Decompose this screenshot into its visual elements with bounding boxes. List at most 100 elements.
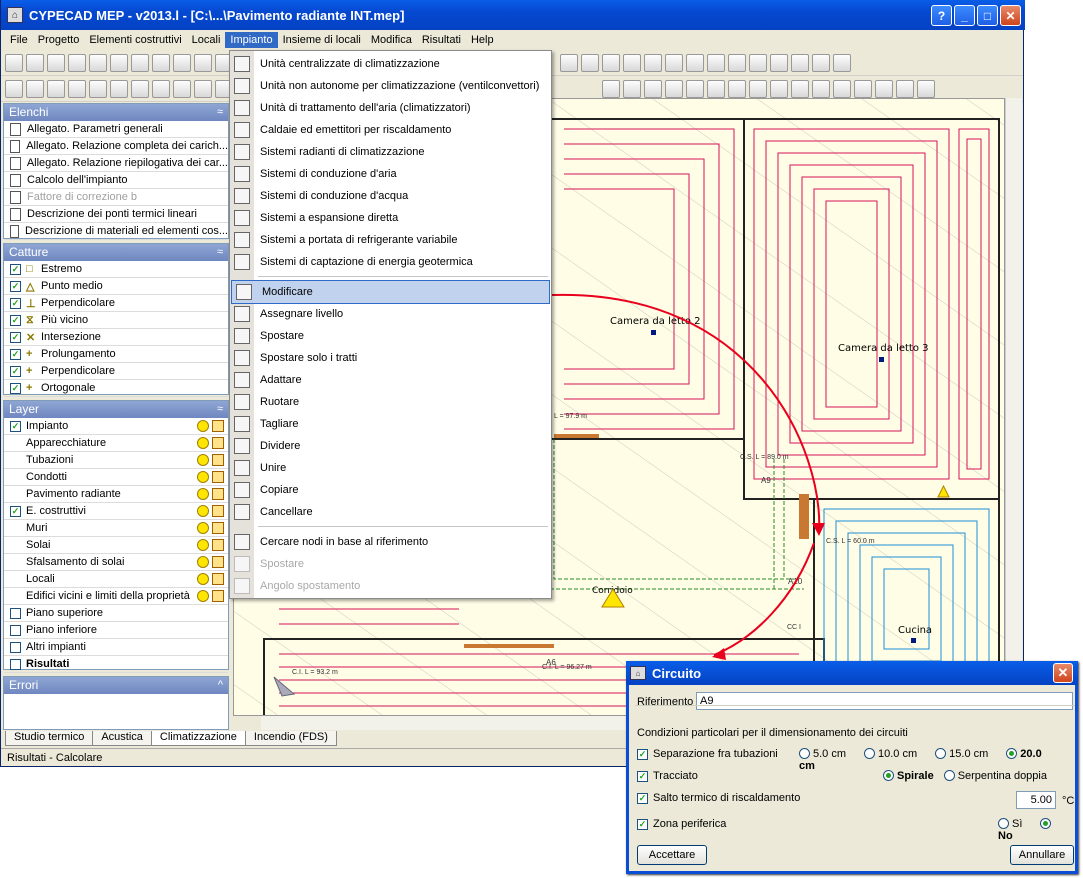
menu-item[interactable]: Cercare nodi in base al riferimento bbox=[230, 531, 551, 553]
menu-item[interactable]: Ruotare bbox=[230, 391, 551, 413]
catture-checkbox[interactable]: ✓ bbox=[10, 382, 21, 394]
menu-impianto[interactable]: Impianto bbox=[225, 32, 278, 48]
salto-input[interactable]: 5.00 bbox=[1016, 791, 1056, 809]
elenchi-item[interactable]: Fattore di correzione b bbox=[4, 189, 228, 206]
bulb-icon[interactable] bbox=[197, 556, 209, 568]
menu-item[interactable]: Spostare bbox=[230, 553, 551, 575]
elenchi-item[interactable]: Allegato. Relazione riepilogativa dei ca… bbox=[4, 155, 228, 172]
panel-header-layer[interactable]: Layer ≈ bbox=[4, 401, 228, 418]
menu-progetto[interactable]: Progetto bbox=[33, 32, 85, 48]
radio-button[interactable] bbox=[1040, 818, 1052, 829]
menu-item[interactable]: Adattare bbox=[230, 369, 551, 391]
catture-item[interactable]: ✓ ⧖ Più vicino bbox=[4, 312, 228, 329]
toolbar-tool-icon[interactable] bbox=[665, 79, 683, 98]
bulb-icon[interactable] bbox=[197, 437, 209, 449]
layer-checkbox[interactable] bbox=[10, 658, 21, 670]
layer-item[interactable]: Risultati bbox=[4, 656, 228, 673]
salto-checkbox[interactable]: ✓ bbox=[637, 793, 648, 804]
panel-header-catture[interactable]: Catture ≈ bbox=[4, 244, 228, 261]
menu-item[interactable]: Unità di trattamento dell'aria (climatiz… bbox=[230, 97, 551, 119]
toolbar-tool-icon[interactable] bbox=[728, 53, 746, 72]
toolbar-tool-icon[interactable] bbox=[875, 79, 893, 98]
menu-item[interactable]: Sistemi a portata di refrigerante variab… bbox=[230, 229, 551, 251]
toolbar-tool-icon[interactable] bbox=[152, 53, 170, 72]
bulb-icon[interactable] bbox=[197, 539, 209, 551]
toolbar-tool-icon[interactable] bbox=[686, 53, 704, 72]
catture-item[interactable]: ✓ □ Estremo bbox=[4, 261, 228, 278]
tab-incendio-fds-[interactable]: Incendio (FDS) bbox=[244, 731, 337, 746]
toolbar-tool-icon[interactable] bbox=[917, 79, 935, 98]
separazione-checkbox[interactable]: ✓ bbox=[637, 749, 648, 760]
menu-item[interactable]: Spostare bbox=[230, 325, 551, 347]
elenchi-item[interactable]: Allegato. Relazione completa dei carich.… bbox=[4, 138, 228, 155]
lock-icon[interactable] bbox=[212, 573, 224, 585]
toolbar-tool-icon[interactable] bbox=[152, 79, 170, 98]
menu-item[interactable]: Copiare bbox=[230, 479, 551, 501]
lock-icon[interactable] bbox=[212, 471, 224, 483]
toolbar-tool-icon[interactable] bbox=[812, 79, 830, 98]
toolbar-tool-icon[interactable] bbox=[602, 79, 620, 98]
menu-item[interactable]: Cancellare bbox=[230, 501, 551, 523]
lock-icon[interactable] bbox=[212, 505, 224, 517]
toolbar-tool-icon[interactable] bbox=[89, 79, 107, 98]
layer-item[interactable]: Piano inferiore bbox=[4, 622, 228, 639]
toolbar-tool-icon[interactable] bbox=[749, 53, 767, 72]
radio-button[interactable] bbox=[998, 818, 1009, 829]
elenchi-item[interactable]: Allegato. Parametri generali bbox=[4, 121, 228, 138]
collapse-chevron-icon[interactable]: ≈ bbox=[217, 104, 223, 121]
dialog-title-bar[interactable]: ⌂ Circuito ✕ bbox=[626, 661, 1078, 685]
toolbar-tool-icon[interactable] bbox=[110, 79, 128, 98]
menu-locali[interactable]: Locali bbox=[187, 32, 226, 48]
menu-item[interactable]: Sistemi radianti di climatizzazione bbox=[230, 141, 551, 163]
lock-icon[interactable] bbox=[212, 488, 224, 500]
toolbar-tool-icon[interactable] bbox=[749, 79, 767, 98]
menu-item[interactable]: Unità non autonome per climatizzazione (… bbox=[230, 75, 551, 97]
lock-icon[interactable] bbox=[212, 454, 224, 466]
layer-item[interactable]: Sfalsamento di solai bbox=[4, 554, 228, 571]
menu-item[interactable]: Dividere bbox=[230, 435, 551, 457]
toolbar-tool-icon[interactable] bbox=[131, 53, 149, 72]
toolbar-tool-icon[interactable] bbox=[602, 53, 620, 72]
layer-item[interactable]: Apparecchiature bbox=[4, 435, 228, 452]
toolbar-tool-icon[interactable] bbox=[833, 53, 851, 72]
elenchi-item[interactable]: Calcolo dell'impianto bbox=[4, 172, 228, 189]
layer-item[interactable]: Piano superiore bbox=[4, 605, 228, 622]
maximize-button[interactable]: □ bbox=[977, 5, 998, 26]
layer-item[interactable]: Muri bbox=[4, 520, 228, 537]
layer-checkbox[interactable] bbox=[10, 641, 21, 653]
help-button[interactable]: ? bbox=[931, 5, 952, 26]
layer-item[interactable]: Locali bbox=[4, 571, 228, 588]
bulb-icon[interactable] bbox=[197, 505, 209, 517]
catture-checkbox[interactable]: ✓ bbox=[10, 348, 21, 360]
toolbar-tool-icon[interactable] bbox=[707, 79, 725, 98]
toolbar-tool-icon[interactable] bbox=[47, 53, 65, 72]
bulb-icon[interactable] bbox=[197, 454, 209, 466]
toolbar-tool-icon[interactable] bbox=[173, 53, 191, 72]
radio-button[interactable] bbox=[799, 748, 810, 759]
toolbar-tool-icon[interactable] bbox=[89, 53, 107, 72]
menu-item[interactable]: Sistemi a espansione diretta bbox=[230, 207, 551, 229]
catture-checkbox[interactable]: ✓ bbox=[10, 263, 21, 275]
toolbar-tool-icon[interactable] bbox=[623, 53, 641, 72]
menu-item[interactable]: Unire bbox=[230, 457, 551, 479]
toolbar-tool-icon[interactable] bbox=[110, 53, 128, 72]
close-button[interactable]: ✕ bbox=[1000, 5, 1021, 26]
toolbar-tool-icon[interactable] bbox=[770, 53, 788, 72]
annullare-button[interactable]: Annullare bbox=[1010, 845, 1074, 865]
tracciato-checkbox[interactable]: ✓ bbox=[637, 771, 648, 782]
toolbar-tool-icon[interactable] bbox=[5, 53, 23, 72]
panel-header-errori[interactable]: Errori ^ bbox=[4, 677, 228, 694]
minimize-button[interactable]: _ bbox=[954, 5, 975, 26]
radio-button[interactable] bbox=[864, 748, 876, 759]
catture-item[interactable]: ✓ △ Punto medio bbox=[4, 278, 228, 295]
vertical-scrollbar[interactable] bbox=[1005, 98, 1022, 716]
toolbar-tool-icon[interactable] bbox=[623, 79, 641, 98]
menu-risultati[interactable]: Risultati bbox=[417, 32, 466, 48]
layer-item[interactable]: Condotti bbox=[4, 469, 228, 486]
menu-item[interactable]: Sistemi di conduzione d'aria bbox=[230, 163, 551, 185]
toolbar-tool-icon[interactable] bbox=[728, 79, 746, 98]
menu-file[interactable]: File bbox=[5, 32, 33, 48]
radio-option[interactable]: Sì bbox=[998, 818, 1022, 830]
toolbar-tool-icon[interactable] bbox=[560, 53, 578, 72]
menu-item[interactable]: Assegnare livello bbox=[230, 303, 551, 325]
